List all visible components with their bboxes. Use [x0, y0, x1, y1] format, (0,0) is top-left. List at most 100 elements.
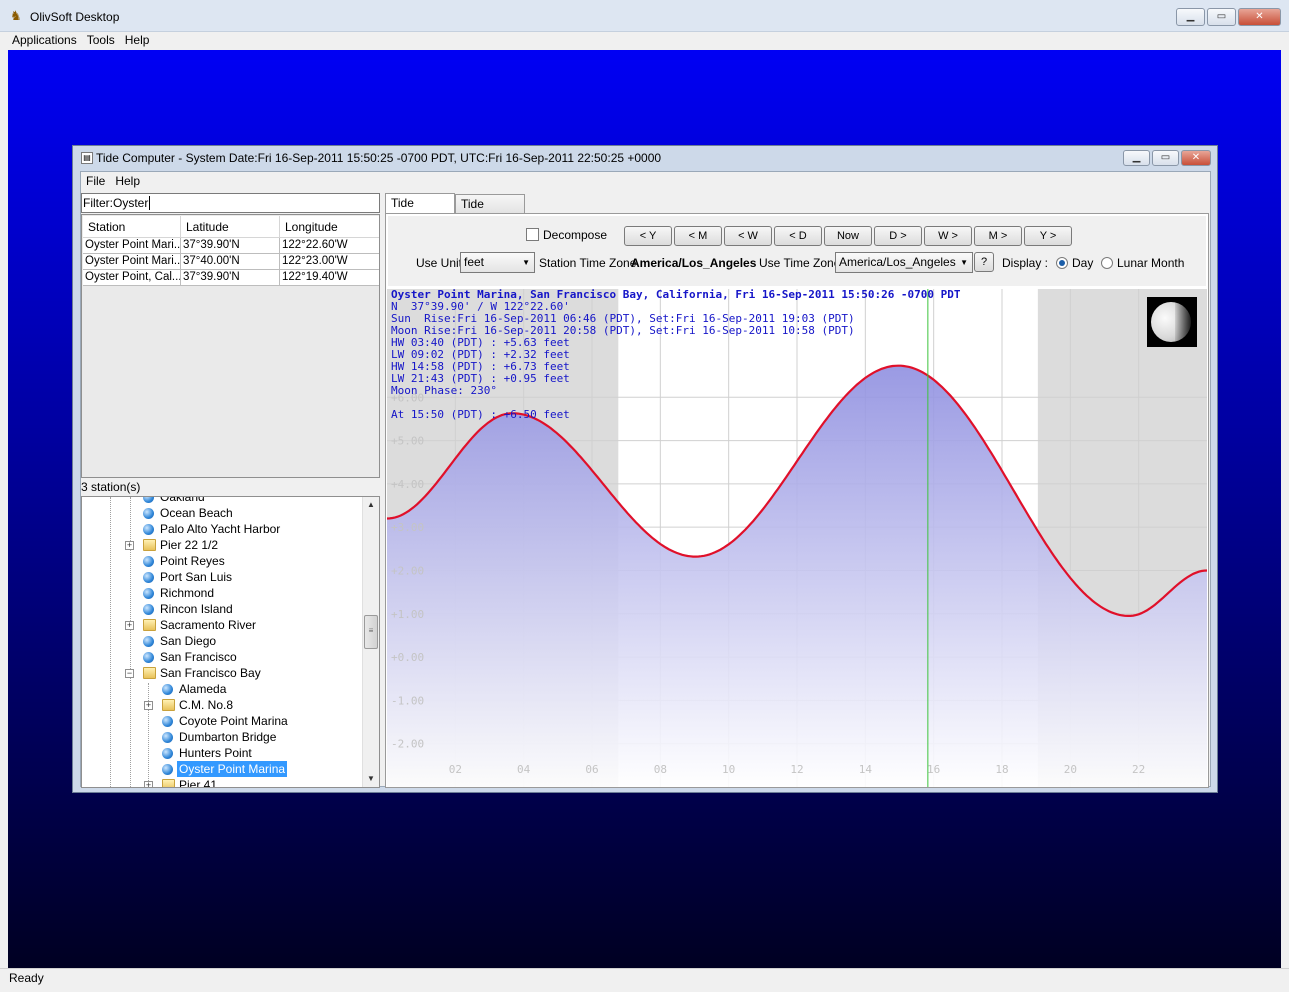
tree-item-label: Sacramento River	[160, 618, 257, 632]
column-header-latitude[interactable]: Latitude	[181, 216, 280, 238]
tree-item-label: C.M. No.8	[179, 698, 234, 712]
use-tz-label: Use Time Zone	[759, 256, 841, 270]
scroll-thumb[interactable]: ≡	[364, 615, 378, 649]
station-icon	[162, 748, 173, 759]
timezone-select[interactable]: America/Los_Angeles ▼	[835, 252, 973, 273]
filter-field[interactable]: Filter: Oyster	[81, 193, 380, 213]
y-tick-label: +4.00	[391, 478, 424, 491]
os-menubar: Applications Tools Help	[0, 32, 1289, 50]
menu-file[interactable]: File	[81, 172, 110, 190]
minimize-icon[interactable]: ▁	[1176, 8, 1205, 26]
decompose-checkbox[interactable]	[526, 228, 539, 241]
cell-station: Oyster Point Mari...	[83, 238, 181, 254]
tree-item-label: Oakland	[160, 496, 205, 504]
menu-help[interactable]: Help	[110, 172, 145, 190]
station-icon	[162, 732, 173, 743]
station-icon	[143, 588, 154, 599]
tree-scrollbar[interactable]: ▲ ≡ ▼	[362, 497, 379, 787]
y-tick-label: -1.00	[391, 694, 424, 707]
info-current-height: At 15:50 (PDT) : +6.50 feet	[391, 408, 570, 421]
use-unit-label: Use Unit	[416, 256, 463, 270]
display-day-radio[interactable]	[1056, 257, 1068, 269]
station-icon	[143, 604, 154, 615]
station-icon	[162, 764, 173, 775]
table-row[interactable]: Oyster Point Mari... 37°40.00'N 122°23.0…	[83, 254, 379, 270]
os-titlebar: ♞ OlivSoft Desktop ▁ ▭ ✕	[0, 0, 1289, 32]
station-icon	[143, 508, 154, 519]
maximize-icon[interactable]: ▭	[1207, 8, 1236, 26]
x-tick-label: 08	[654, 763, 667, 776]
tree-guide-line	[110, 497, 111, 787]
scroll-up-icon[interactable]: ▲	[363, 497, 379, 513]
prev-week-button[interactable]: < W	[724, 226, 772, 246]
y-tick-label: +3.00	[391, 521, 424, 534]
table-header: Station Latitude Longitude	[83, 216, 379, 238]
y-tick-label: +5.00	[391, 435, 424, 448]
collapse-icon[interactable]: −	[125, 669, 134, 678]
prev-day-button[interactable]: < D	[774, 226, 822, 246]
prev-month-button[interactable]: < M	[674, 226, 722, 246]
station-icon	[143, 556, 154, 567]
os-window-controls: ▁ ▭ ✕	[1176, 8, 1281, 26]
expand-icon[interactable]: +	[144, 781, 153, 787]
expand-icon[interactable]: +	[125, 541, 134, 550]
filter-label: Filter:	[83, 196, 113, 210]
expand-icon[interactable]: +	[125, 621, 134, 630]
tree-item-label: Dumbarton Bridge	[179, 730, 277, 744]
tide-curves-panel: Decompose < Y < M < W < D Now D > W > M …	[385, 213, 1209, 788]
folder-icon	[162, 699, 175, 711]
close-icon[interactable]: ✕	[1181, 150, 1211, 166]
display-lunar-month-radio[interactable]	[1101, 257, 1113, 269]
station-icon	[143, 572, 154, 583]
cell-latitude: 37°40.00'N	[181, 254, 280, 270]
scroll-down-icon[interactable]: ▼	[363, 771, 379, 787]
tree-item-label: Palo Alto Yacht Harbor	[160, 522, 281, 536]
close-icon[interactable]: ✕	[1238, 8, 1281, 26]
filter-input[interactable]: Oyster	[113, 196, 151, 210]
next-year-button[interactable]: Y >	[1024, 226, 1072, 246]
unit-select[interactable]: feet ▼	[460, 252, 535, 273]
inner-window-controls: ▁ ▭ ✕	[1123, 150, 1211, 166]
table-row[interactable]: Oyster Point, Cal... 37°39.90'N 122°19.4…	[83, 270, 379, 286]
window-app-icon: ▤	[81, 152, 93, 164]
prev-year-button[interactable]: < Y	[624, 226, 672, 246]
tree-item-label: Coyote Point Marina	[179, 714, 288, 728]
inner-titlebar: ▤ Tide Computer - System Date:Fri 16-Sep…	[73, 146, 1217, 171]
menu-applications[interactable]: Applications	[7, 32, 82, 48]
chevron-down-icon: ▼	[960, 258, 968, 267]
x-tick-label: 22	[1132, 763, 1145, 776]
menu-help[interactable]: Help	[120, 32, 155, 48]
tree-item-label: Port San Luis	[160, 570, 233, 584]
minimize-icon[interactable]: ▁	[1123, 150, 1150, 166]
station-icon	[143, 497, 154, 503]
column-header-longitude[interactable]: Longitude	[280, 216, 379, 238]
maximize-icon[interactable]: ▭	[1152, 150, 1179, 166]
station-icon	[143, 524, 154, 535]
x-tick-label: 06	[585, 763, 598, 776]
tab-tide-stations[interactable]: Tide Stations	[455, 194, 525, 229]
folder-icon	[162, 779, 175, 787]
display-lunar-month-label: Lunar Month	[1117, 256, 1185, 270]
column-header-station[interactable]: Station	[83, 216, 181, 238]
tree-item-label: Pier 41	[179, 778, 218, 788]
next-week-button[interactable]: W >	[924, 226, 972, 246]
station-icon	[162, 716, 173, 727]
menu-tools[interactable]: Tools	[82, 32, 120, 48]
table-row[interactable]: Oyster Point Mari... 37°39.90'N 122°22.6…	[83, 238, 379, 254]
tree-item-label: Hunters Point	[179, 746, 252, 760]
tide-info-text: Oyster Point Marina, San Francisco Bay, …	[391, 289, 961, 421]
expand-icon[interactable]: +	[144, 701, 153, 710]
tab-tide-curves[interactable]: Tide Curves	[385, 193, 455, 228]
next-month-button[interactable]: M >	[974, 226, 1022, 246]
next-day-button[interactable]: D >	[874, 226, 922, 246]
cell-longitude: 122°23.00'W	[282, 255, 348, 267]
x-tick-label: 18	[995, 763, 1008, 776]
right-panel: Tide Curves Tide Stations Decompose < Y …	[385, 192, 1211, 788]
station-icon	[143, 636, 154, 647]
now-button[interactable]: Now	[824, 226, 872, 246]
help-button[interactable]: ?	[974, 252, 994, 272]
unit-value: feet	[464, 255, 485, 269]
y-tick-label: -2.00	[391, 738, 424, 751]
folder-icon	[143, 539, 156, 551]
x-tick-label: 14	[859, 763, 873, 776]
